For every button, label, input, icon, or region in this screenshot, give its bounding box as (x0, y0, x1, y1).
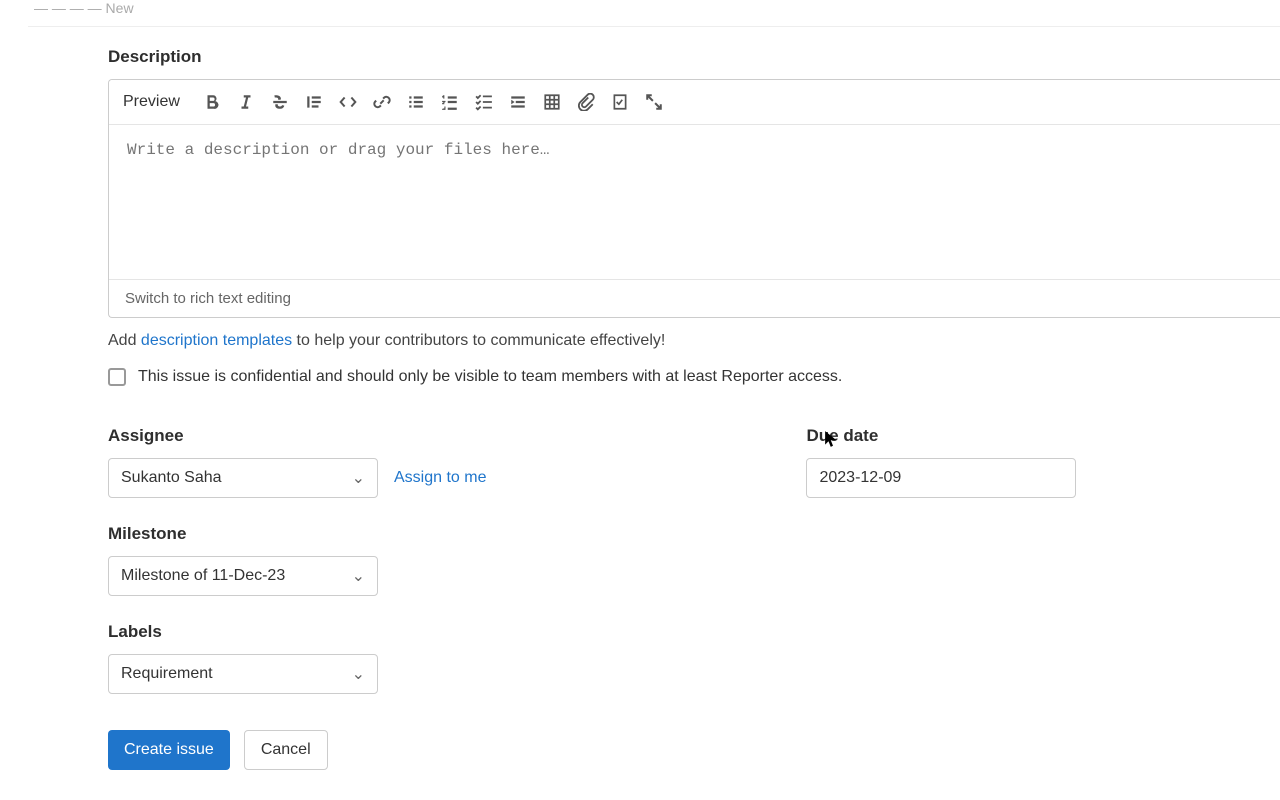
description-templates-link[interactable]: description templates (141, 332, 292, 349)
details-icon[interactable] (606, 88, 634, 116)
chevron-down-icon: ⌄ (352, 566, 365, 586)
chevron-down-icon: ⌄ (352, 664, 365, 684)
description-textarea[interactable] (109, 125, 1280, 275)
attach-icon[interactable] (572, 88, 600, 116)
milestone-label: Milestone (108, 524, 486, 544)
assignee-label: Assignee (108, 426, 486, 446)
labels-dropdown[interactable]: Requirement ⌄ (108, 654, 378, 694)
table-icon[interactable] (538, 88, 566, 116)
create-issue-button[interactable]: Create issue (108, 730, 230, 770)
chevron-down-icon: ⌄ (352, 468, 365, 488)
labels-label: Labels (108, 622, 486, 642)
assignee-dropdown[interactable]: Sukanto Saha ⌄ (108, 458, 378, 498)
milestone-dropdown[interactable]: Milestone of 11-Dec-23 ⌄ (108, 556, 378, 596)
bullet-list-icon[interactable] (402, 88, 430, 116)
description-label: Description (108, 47, 1280, 67)
code-icon[interactable] (334, 88, 362, 116)
switch-rich-text-link[interactable]: Switch to rich text editing (109, 279, 1280, 317)
numbered-list-icon[interactable] (436, 88, 464, 116)
strikethrough-icon[interactable] (266, 88, 294, 116)
description-editor: Preview Switch to rich text editing (108, 79, 1280, 318)
quote-icon[interactable] (300, 88, 328, 116)
confidential-label: This issue is confidential and should on… (138, 368, 842, 386)
assign-to-me-link[interactable]: Assign to me (394, 469, 486, 487)
template-hint: Add description templates to help your c… (108, 332, 1280, 350)
preview-button[interactable]: Preview (123, 91, 188, 113)
confidential-checkbox[interactable] (108, 368, 126, 386)
link-icon[interactable] (368, 88, 396, 116)
due-date-input[interactable] (806, 458, 1076, 498)
editor-toolbar: Preview (109, 80, 1280, 125)
breadcrumb[interactable]: — — — — New (28, 0, 1280, 27)
bold-icon[interactable] (198, 88, 226, 116)
fullscreen-icon[interactable] (640, 88, 668, 116)
due-date-label: Due date (806, 426, 1076, 446)
checklist-icon[interactable] (470, 88, 498, 116)
italic-icon[interactable] (232, 88, 260, 116)
cancel-button[interactable]: Cancel (244, 730, 328, 770)
indent-icon[interactable] (504, 88, 532, 116)
